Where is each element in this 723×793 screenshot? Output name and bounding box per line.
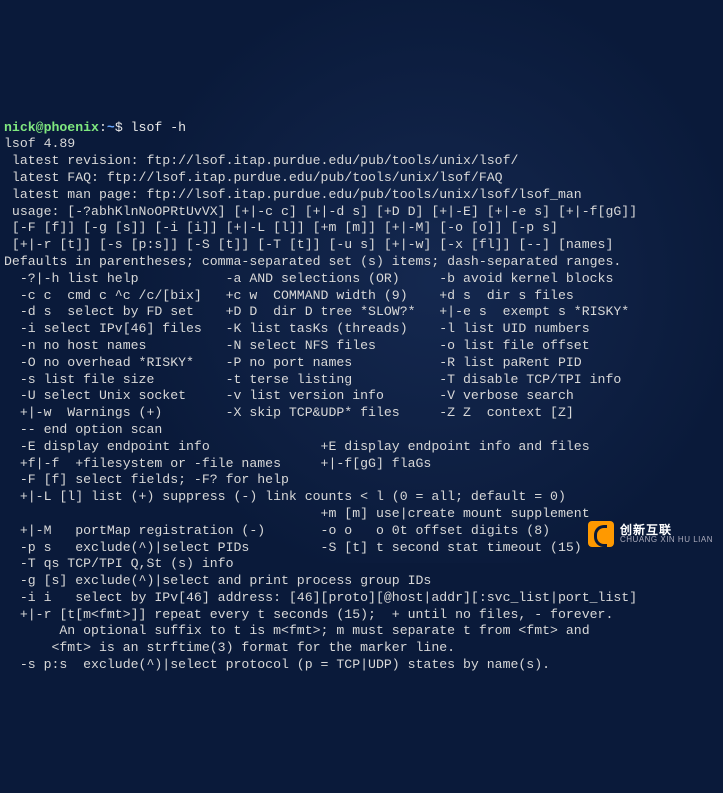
output-line: -i select IPv[46] files -K list tasKs (t… <box>4 321 590 336</box>
output-line: -g [s] exclude(^)|select and print proce… <box>4 573 431 588</box>
output-line: +|-r [t[m<fmt>]] repeat every t seconds … <box>4 607 613 622</box>
output-line: usage: [-?abhKlnNoOPRtUvVX] [+|-c c] [+|… <box>4 204 637 219</box>
output-line: -c c cmd c ^c /c/[bix] +c w COMMAND widt… <box>4 288 574 303</box>
output-line: -F [f] select fields; -F? for help <box>4 472 289 487</box>
prompt-sep: : <box>99 120 107 135</box>
output-line: +|-L [l] list (+) suppress (-) link coun… <box>4 489 566 504</box>
watermark-en: CHUANG XIN HU LIAN <box>620 536 713 544</box>
output-line: -s p:s exclude(^)|select protocol (p = T… <box>4 657 550 672</box>
output-line: An optional suffix to t is m<fmt>; m mus… <box>4 623 590 638</box>
output-line: lsof 4.89 <box>4 136 75 151</box>
watermark-logo-icon <box>588 521 614 547</box>
output-line: [-F [f]] [-g [s]] [-i [i]] [+|-L [l]] [+… <box>4 220 558 235</box>
output-line: latest man page: ftp://lsof.itap.purdue.… <box>4 187 582 202</box>
output-line: +f|-f +filesystem or -file names +|-f[gG… <box>4 456 431 471</box>
output-line: -?|-h list help -a AND selections (OR) -… <box>4 271 613 286</box>
output-line: -U select Unix socket -v list version in… <box>4 388 574 403</box>
output-line: latest FAQ: ftp://lsof.itap.purdue.edu/p… <box>4 170 503 185</box>
prompt-sigil: $ <box>115 120 131 135</box>
output-line: latest revision: ftp://lsof.itap.purdue.… <box>4 153 518 168</box>
prompt-userhost: nick@phoenix <box>4 120 99 135</box>
watermark-text: 创新互联 CHUANG XIN HU LIAN <box>620 524 713 544</box>
output-line: -p s exclude(^)|select PIDs -S [t] t sec… <box>4 540 582 555</box>
output-line: Defaults in parentheses; comma-separated… <box>4 254 621 269</box>
terminal-output: nick@phoenix:~$ lsof -h lsof 4.89 latest… <box>0 101 723 676</box>
prompt-path: ~ <box>107 120 115 135</box>
output-line: +|-M portMap registration (-) -o o o 0t … <box>4 523 550 538</box>
watermark: 创新互联 CHUANG XIN HU LIAN <box>588 521 713 547</box>
command-input[interactable]: lsof -h <box>131 120 186 135</box>
output-line: +m [m] use|create mount supplement <box>4 506 590 521</box>
output-line: -i i select by IPv[46] address: [46][pro… <box>4 590 637 605</box>
output-line: +|-w Warnings (+) -X skip TCP&UDP* files… <box>4 405 574 420</box>
output-line: -s list file size -t terse listing -T di… <box>4 372 621 387</box>
output-line: <fmt> is an strftime(3) format for the m… <box>4 640 455 655</box>
output-line: -E display endpoint info +E display endp… <box>4 439 590 454</box>
output-line: [+|-r [t]] [-s [p:s]] [-S [t]] [-T [t]] … <box>4 237 613 252</box>
output-line: -n no host names -N select NFS files -o … <box>4 338 590 353</box>
output-line: -T qs TCP/TPI Q,St (s) info <box>4 556 234 571</box>
output-line: -- end option scan <box>4 422 162 437</box>
output-line: -d s select by FD set +D D dir D tree *S… <box>4 304 629 319</box>
output-line: -O no overhead *RISKY* -P no port names … <box>4 355 582 370</box>
prompt-line[interactable]: nick@phoenix:~$ lsof -h <box>4 120 186 135</box>
